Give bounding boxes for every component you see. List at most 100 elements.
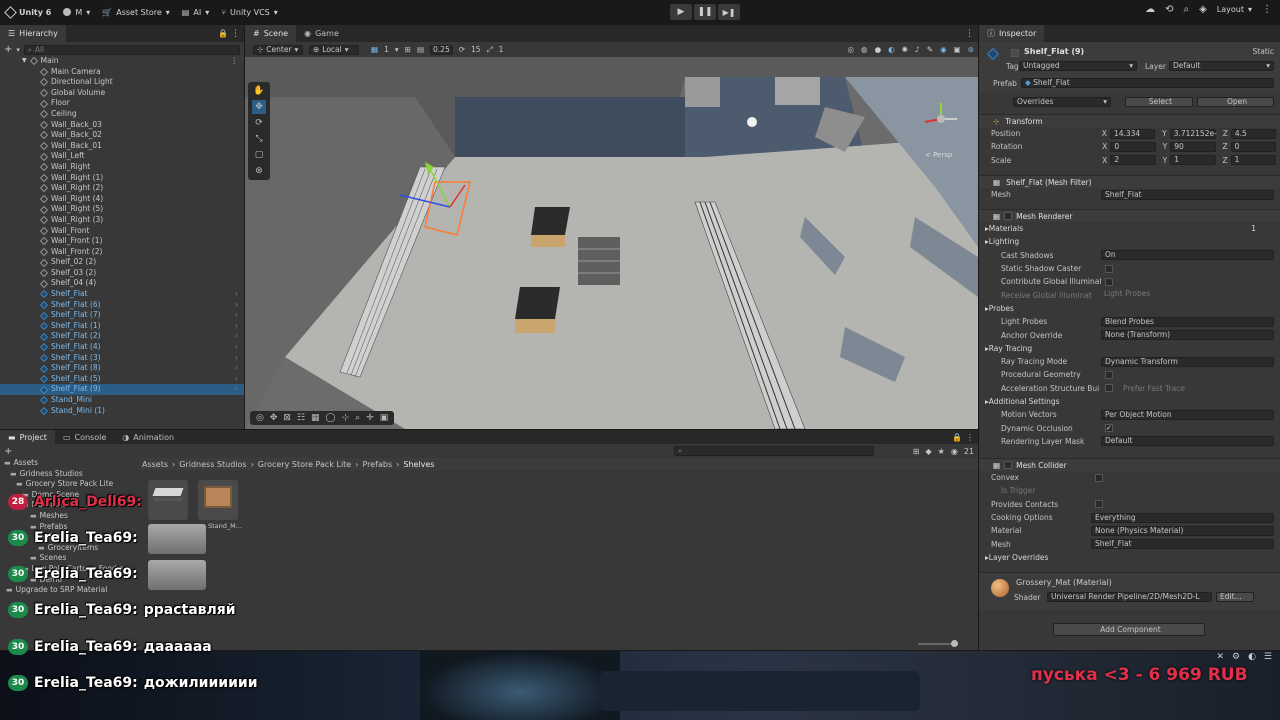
tab-console[interactable]: ▭ Console xyxy=(55,430,114,444)
increment-snap-icon[interactable]: ▤ xyxy=(417,45,424,54)
camera-icon[interactable]: ▣ xyxy=(954,45,961,54)
grid-snap-icon[interactable]: ▣ xyxy=(380,413,389,423)
layout-dropdown[interactable]: Layout ▾ xyxy=(1217,5,1252,14)
breadcrumb-item[interactable]: Prefabs xyxy=(362,460,392,469)
rotation-x-field[interactable]: 0 xyxy=(1110,141,1156,152)
orbit-icon[interactable]: ◯ xyxy=(326,413,336,423)
hierarchy-item[interactable]: Shelf_Flat › xyxy=(0,289,244,300)
breadcrumb-item[interactable]: Gridness Studios xyxy=(179,460,246,469)
add-icon[interactable]: + xyxy=(4,44,12,55)
chevron-right-icon[interactable]: › xyxy=(235,353,238,364)
asset-store-button[interactable]: 🛒 Asset Store ▾ xyxy=(96,8,176,17)
scene-root[interactable]: ▼ Main ⋮ xyxy=(0,56,244,67)
hierarchy-item[interactable]: Wall_Right (5) xyxy=(0,204,244,215)
dropdown[interactable]: Per Object Motion xyxy=(1101,409,1274,420)
hierarchy-item[interactable]: Floor xyxy=(0,98,244,109)
menu-dots-icon[interactable]: ⋮ xyxy=(1262,4,1272,15)
hierarchy-item[interactable]: Ceiling xyxy=(0,109,244,120)
transform-tool-icon[interactable]: ⊛ xyxy=(252,164,266,178)
hierarchy-item[interactable]: Wall_Back_03 xyxy=(0,120,244,131)
search-icon[interactable]: ⌕ xyxy=(1183,4,1189,15)
audio-icon[interactable]: ♪ xyxy=(915,45,920,54)
checkbox[interactable]: ✓ xyxy=(1105,424,1113,433)
pause-button[interactable]: ❚❚ xyxy=(694,4,716,20)
align-icon[interactable]: ⊠ xyxy=(283,413,291,423)
visibility-icon[interactable]: ◉ xyxy=(940,45,947,54)
scale-tool-icon[interactable]: ⤡ xyxy=(252,132,266,146)
chevron-right-icon[interactable]: › xyxy=(235,331,238,342)
axis-x-label[interactable]: X xyxy=(1102,142,1107,151)
2d-toggle-icon[interactable]: ◐ xyxy=(888,45,895,54)
rotation-z-field[interactable]: 0 xyxy=(1230,141,1276,152)
chevron-right-icon[interactable]: › xyxy=(235,342,238,353)
menu-dots-icon[interactable]: ⋮ xyxy=(965,29,974,39)
axis-z-label[interactable]: Z xyxy=(1223,156,1228,165)
label-icon[interactable]: ◆ xyxy=(926,447,932,456)
lock-icon[interactable]: 🔒 xyxy=(952,433,962,442)
hierarchy-item[interactable]: Stand_Mini xyxy=(0,395,244,406)
hierarchy-item[interactable]: Shelf_Flat (5) › xyxy=(0,374,244,385)
hierarchy-item[interactable]: Directional Light xyxy=(0,77,244,88)
mesh-field[interactable]: Shelf_Flat xyxy=(1101,189,1274,200)
object-field[interactable]: None (Physics Material) xyxy=(1091,525,1274,536)
asset-thumbnail[interactable] xyxy=(148,480,188,520)
hierarchy-item[interactable]: Global Volume xyxy=(0,88,244,99)
probuilder-icon[interactable]: ▦ xyxy=(311,413,320,423)
open-button[interactable]: Open xyxy=(1197,97,1274,107)
enabled-checkbox[interactable] xyxy=(1004,461,1013,469)
chevron-down-icon[interactable]: ▾ xyxy=(16,46,20,54)
hierarchy-item[interactable]: Wall_Right (2) xyxy=(0,183,244,194)
component-header[interactable]: ▦ Shelf_Flat (Mesh Filter) xyxy=(979,175,1280,188)
asset-thumbnail[interactable] xyxy=(148,560,206,590)
project-folder[interactable]: ▬ Gridness Studios xyxy=(0,469,140,480)
grid-size-value[interactable]: 1 xyxy=(384,45,389,54)
add-component-button[interactable]: Add Component xyxy=(1053,623,1205,636)
lighting-icon[interactable]: ✺ xyxy=(902,45,908,54)
chevron-right-icon[interactable]: › xyxy=(235,321,238,332)
tab-scene[interactable]: # Scene xyxy=(245,25,297,42)
breadcrumb-item[interactable]: Assets xyxy=(142,460,168,469)
rotation-y-field[interactable]: 90 xyxy=(1170,141,1216,152)
chevron-down-icon[interactable]: ▾ xyxy=(395,45,399,54)
position-y-field[interactable]: 3.712152e- xyxy=(1169,128,1217,139)
hierarchy-item[interactable]: Wall_Front (1) xyxy=(0,236,244,247)
settings-icon[interactable]: ⚙ xyxy=(1232,652,1240,662)
filter-icon[interactable]: ⊞ xyxy=(913,447,920,456)
hierarchy-item[interactable]: Shelf_Flat (3) › xyxy=(0,353,244,364)
persp-label[interactable]: < Persp xyxy=(925,151,953,159)
position-z-field[interactable]: 4.5 xyxy=(1230,128,1276,139)
shading-wire-icon[interactable]: ◍ xyxy=(861,45,868,54)
hierarchy-item[interactable]: Wall_Right (3) xyxy=(0,215,244,226)
axis-y-label[interactable]: Y xyxy=(1163,142,1168,151)
view-tool-icon[interactable]: ✋ xyxy=(252,84,266,98)
move-icon[interactable]: ✥ xyxy=(270,413,278,423)
hierarchy-item[interactable]: Shelf_Flat (4) › xyxy=(0,342,244,353)
scale-snap-value[interactable]: 1 xyxy=(499,45,504,54)
favorite-icon[interactable]: ★ xyxy=(938,447,945,456)
search-input[interactable]: ⌕ All xyxy=(23,44,240,55)
hierarchy-item[interactable]: Shelf_Flat (2) › xyxy=(0,331,244,342)
checkbox[interactable] xyxy=(1105,264,1113,273)
hierarchy-item[interactable]: Shelf_Flat (7) › xyxy=(0,310,244,321)
lock-icon[interactable]: 🔒 xyxy=(218,29,228,38)
hierarchy-item[interactable]: Shelf_04 (4) xyxy=(0,278,244,289)
edit-shader-button[interactable]: Edit... xyxy=(1216,592,1254,602)
axis-y-label[interactable]: Y xyxy=(1162,129,1167,138)
axis-x-label[interactable]: X xyxy=(1102,156,1107,165)
stand-mini-1[interactable] xyxy=(515,287,560,333)
select-button[interactable]: Select xyxy=(1125,97,1193,107)
hierarchy-item[interactable]: Shelf_Flat (6) › xyxy=(0,300,244,311)
rotate-tool-icon[interactable]: ⟳ xyxy=(252,116,266,130)
dropdown[interactable]: On xyxy=(1101,250,1274,261)
menu-dots-icon[interactable]: ⋮ xyxy=(966,433,974,442)
tab-animation[interactable]: ◑ Animation xyxy=(114,430,182,444)
visibility-icon[interactable]: ◉ xyxy=(951,447,958,456)
hierarchy-item[interactable]: Shelf_Flat (8) › xyxy=(0,363,244,374)
hierarchy-item[interactable]: Main Camera xyxy=(0,67,244,78)
volume-icon[interactable]: ◐ xyxy=(1248,652,1256,662)
project-search-input[interactable]: ⌕ xyxy=(674,446,874,456)
layout-icon[interactable]: ☷ xyxy=(297,413,305,423)
hierarchy-item[interactable]: Wall_Right (4) xyxy=(0,194,244,205)
active-checkbox[interactable] xyxy=(1011,49,1019,57)
component-header[interactable]: ⊹ Transform xyxy=(979,114,1280,127)
